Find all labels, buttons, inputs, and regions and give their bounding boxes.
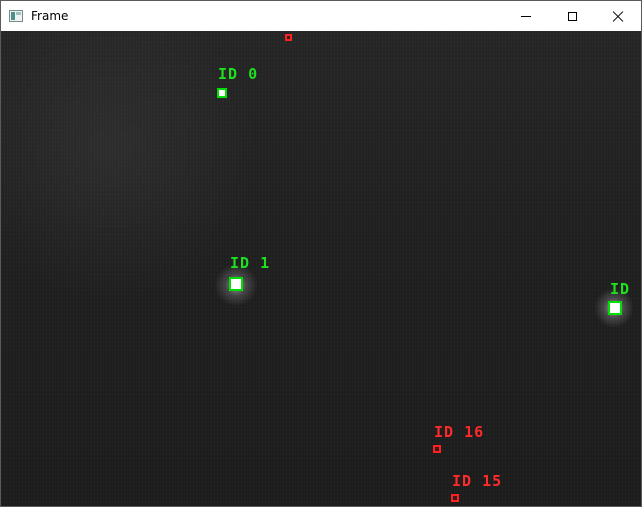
title-bar[interactable]: Frame <box>1 1 641 31</box>
window-controls <box>503 1 641 31</box>
object-label-id-1: ID 1 <box>230 254 271 272</box>
object-marker-id-0 <box>217 88 227 98</box>
minimize-icon <box>521 15 531 17</box>
object-label-id-5: ID 5 <box>610 280 641 298</box>
maximize-button[interactable] <box>549 1 595 31</box>
app-icon <box>9 10 23 22</box>
object-marker-id-5 <box>608 301 622 315</box>
frame-noise <box>1 31 641 506</box>
object-marker-id-16 <box>433 445 441 453</box>
close-icon <box>612 10 624 22</box>
minimize-button[interactable] <box>503 1 549 31</box>
object-marker-id-1 <box>229 277 243 291</box>
untracked-marker <box>285 34 292 41</box>
maximize-icon <box>567 11 577 21</box>
frame-window: Frame ID 0 ID 1 ID 5 ID 16 <box>0 0 642 507</box>
video-frame: ID 0 ID 1 ID 5 ID 16 ID 15 <box>1 31 641 506</box>
object-label-id-15: ID 15 <box>452 472 503 490</box>
object-marker-id-15 <box>451 494 459 502</box>
close-button[interactable] <box>595 1 641 31</box>
window-title: Frame <box>31 9 69 23</box>
object-label-id-16: ID 16 <box>434 423 485 441</box>
object-label-id-0: ID 0 <box>218 65 259 83</box>
